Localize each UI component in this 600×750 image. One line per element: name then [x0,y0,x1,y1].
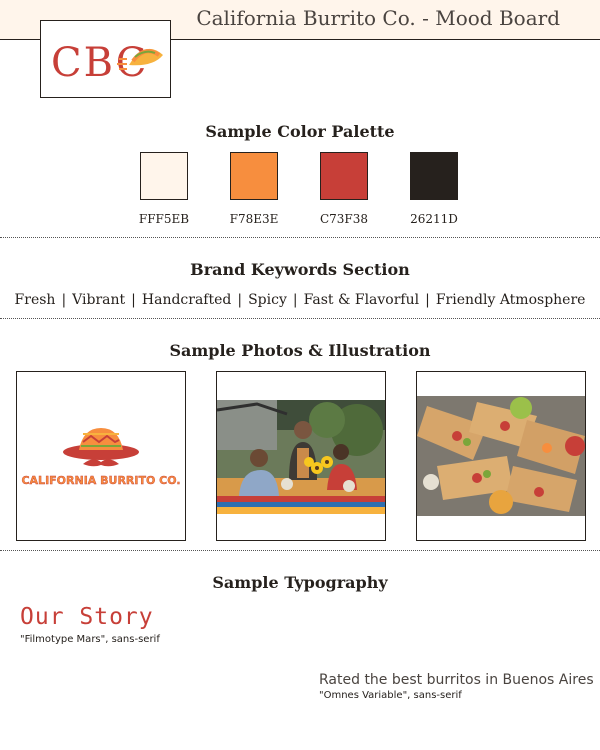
typography-section-title: Sample Typography [212,573,388,592]
color-swatch-dark [410,152,458,200]
keyword-item: Handcrafted [141,292,232,308]
color-label-orange: F78E3E [229,212,279,226]
cbc-logo-graphic: CBC [51,40,163,86]
mustache-icon [83,459,119,467]
keyword-list: Fresh | Vibrant | Handcrafted | Spicy | Fast & F… [14,292,586,308]
keywords-section-title: Brand Keywords Section [190,260,410,279]
keyword-item: Friendly Atmosphere [435,292,586,308]
section-divider [0,318,600,319]
sombrero-icon [63,428,139,460]
section-divider [0,237,600,238]
keyword-item: Spicy [248,292,287,308]
burritos-photo [417,396,585,516]
section-divider [0,550,600,551]
color-swatch-cream [140,152,188,200]
body-font-sample: Rated the best burritos in Buenos Aires [319,672,594,688]
color-label-cream: FFF5EB [138,212,190,226]
photo-dining-scene [216,371,386,541]
sombrero-logo-illustration: CALIFORNIA BURRITO CO. [21,428,181,487]
color-label-red: C73F38 [319,212,369,226]
photos-section-title: Sample Photos & Illustration [169,341,431,360]
keyword-item: Fresh [14,292,56,308]
color-label-dark: 26211D [410,212,458,226]
photo-logo-illustration: CALIFORNIA BURRITO CO. [16,371,186,541]
palette-section-title: Sample Color Palette [205,122,395,141]
color-swatch-orange [230,152,278,200]
logo-wordmark: CALIFORNIA BURRITO CO. [21,474,180,487]
brand-logo: CBC [40,20,171,98]
photo-burritos [416,371,586,541]
page-title: California Burrito Co. - Mood Board [196,6,560,30]
body-font-caption: "Omnes Variable", sans-serif [319,690,462,701]
keyword-item: Vibrant [72,292,126,308]
dining-photo [217,400,385,514]
display-font-sample: Our Story [20,604,154,630]
keyword-item: Fast & Flavorful [303,292,420,308]
display-font-caption: "Filmotype Mars", sans-serif [20,634,160,645]
color-swatch-red [320,152,368,200]
